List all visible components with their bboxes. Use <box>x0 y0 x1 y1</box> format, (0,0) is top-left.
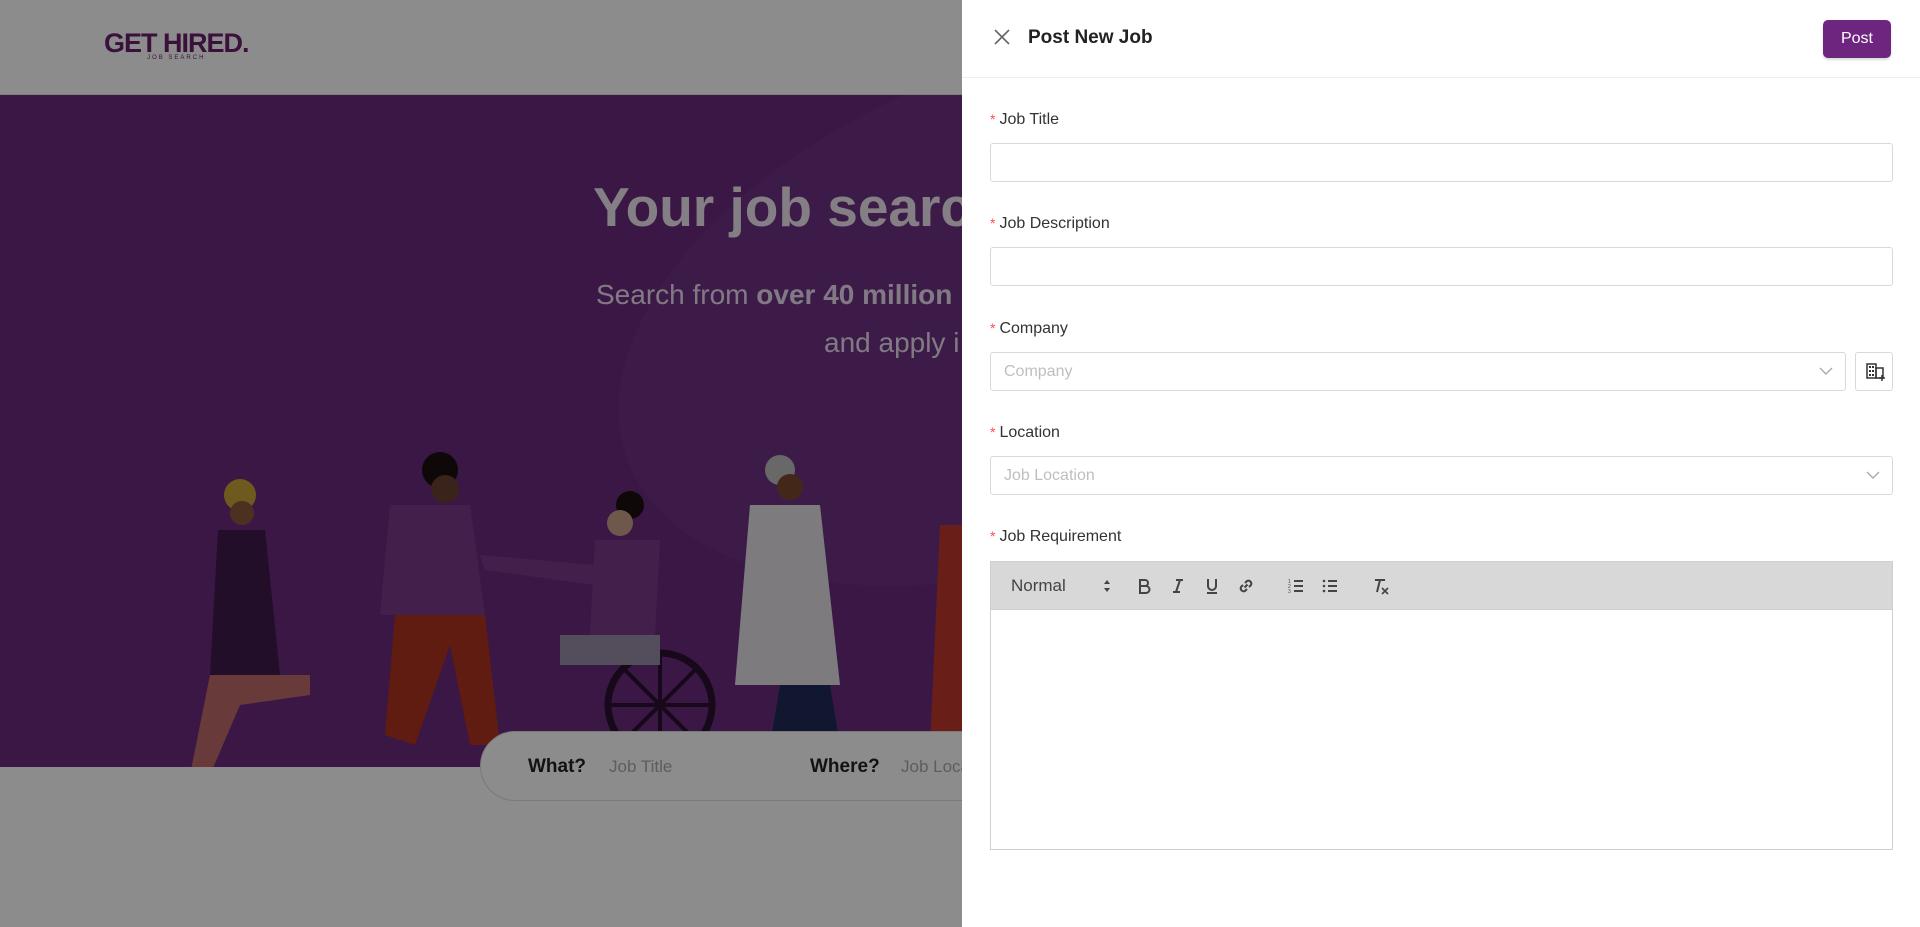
add-company-button[interactable] <box>1855 352 1893 391</box>
job-requirement-label: * Job Requirement <box>990 528 1121 546</box>
ordered-list-button[interactable]: 123 <box>1284 574 1308 598</box>
job-requirement-editor[interactable] <box>990 609 1893 850</box>
job-description-label-text: Job Description <box>999 215 1110 232</box>
select-arrows-icon <box>1104 580 1110 592</box>
bullet-list-button[interactable] <box>1318 574 1342 598</box>
underline-icon <box>1207 579 1217 594</box>
post-job-drawer: Post New Job Post * Job Title * Job Descri… <box>962 0 1920 927</box>
ordered-list-icon: 123 <box>1288 579 1303 595</box>
chevron-down-icon <box>1866 471 1880 479</box>
post-button[interactable]: Post <box>1823 20 1891 58</box>
required-marker: * <box>990 424 996 440</box>
bold-icon <box>1139 579 1151 594</box>
bold-button[interactable] <box>1132 574 1156 598</box>
job-requirement-label-text: Job Requirement <box>999 528 1122 545</box>
location-label-text: Location <box>999 424 1060 441</box>
italic-icon <box>1173 579 1183 593</box>
italic-button[interactable] <box>1166 574 1190 598</box>
job-title-label: * Job Title <box>990 111 1059 129</box>
drawer-header: Post New Job Post <box>962 0 1920 78</box>
location-label: * Location <box>990 424 1060 442</box>
job-description-label: * Job Description <box>990 215 1110 233</box>
location-placeholder: Job Location <box>1004 467 1095 484</box>
close-icon <box>994 29 1010 45</box>
required-marker: * <box>990 528 996 544</box>
underline-button[interactable] <box>1200 574 1224 598</box>
link-button[interactable] <box>1234 574 1258 598</box>
editor-toolbar: Normal 123 <box>990 561 1893 609</box>
building-add-icon <box>1866 363 1885 381</box>
job-description-input[interactable] <box>990 247 1893 286</box>
clear-format-icon <box>1375 579 1389 595</box>
required-marker: * <box>990 320 996 336</box>
required-marker: * <box>990 111 996 127</box>
job-title-label-text: Job Title <box>999 111 1060 128</box>
company-label: * Company <box>990 320 1068 338</box>
required-marker: * <box>990 215 996 231</box>
location-select[interactable]: Job Location <box>990 456 1893 495</box>
company-label-text: Company <box>999 320 1068 337</box>
clear-format-button[interactable] <box>1369 574 1393 598</box>
company-select[interactable]: Company <box>990 352 1846 391</box>
format-select[interactable]: Normal <box>1011 576 1066 596</box>
svg-text:3: 3 <box>1288 589 1291 595</box>
drawer-title: Post New Job <box>1028 27 1153 48</box>
close-button[interactable] <box>990 25 1014 49</box>
job-title-input[interactable] <box>990 143 1893 182</box>
company-placeholder: Company <box>1004 363 1073 380</box>
bullet-list-icon <box>1322 579 1337 593</box>
link-icon <box>1239 579 1253 593</box>
chevron-down-icon <box>1819 367 1833 375</box>
